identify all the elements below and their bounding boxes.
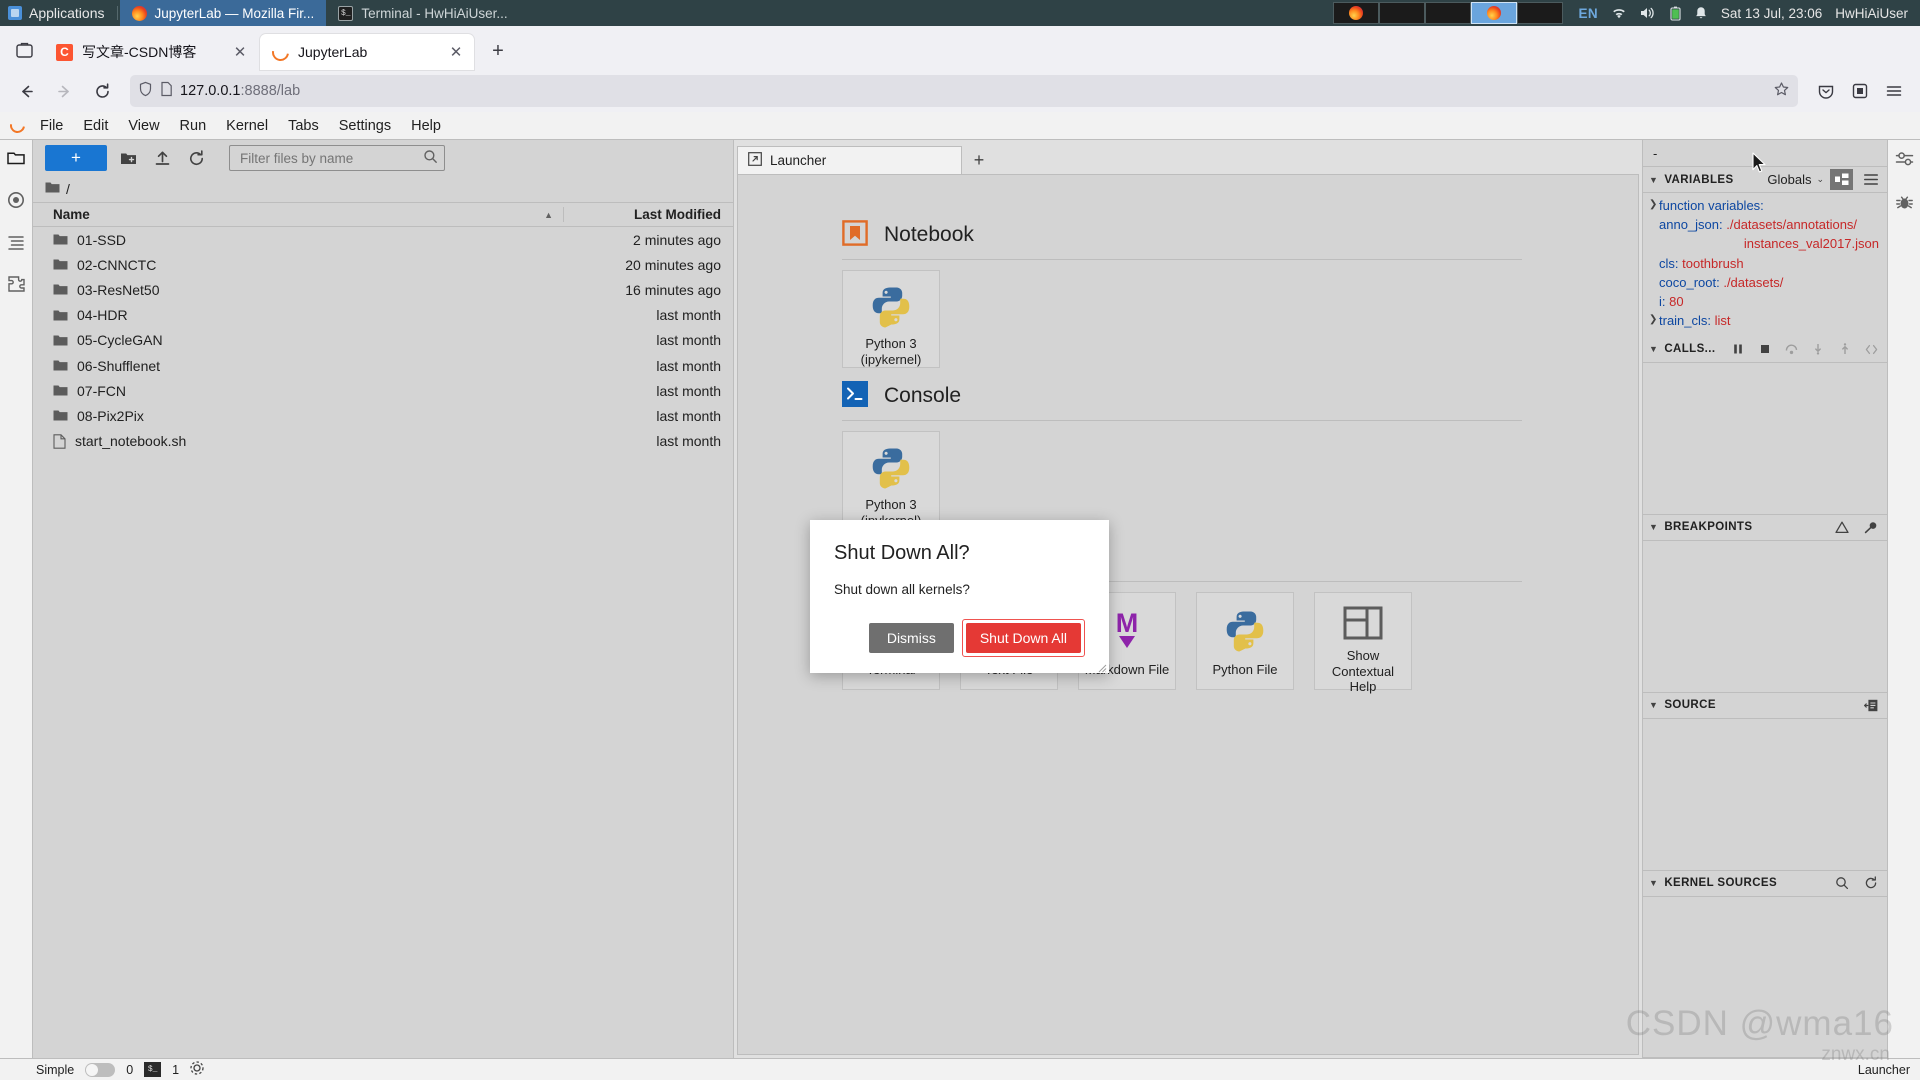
dialog-title: Shut Down All? bbox=[834, 542, 970, 564]
dialog-buttons: Dismiss Shut Down All bbox=[834, 619, 1085, 657]
shut-down-all-button-focus-ring: Shut Down All bbox=[961, 619, 1085, 657]
shutdown-all-dialog: Shut Down All? Shut down all kernels? Di… bbox=[810, 520, 1109, 673]
dialog-body-text: Shut down all kernels? bbox=[834, 582, 970, 597]
dismiss-button[interactable]: Dismiss bbox=[868, 623, 954, 653]
dialog-overlay: Shut Down All? Shut down all kernels? Di… bbox=[0, 0, 1920, 1080]
shut-down-all-button[interactable]: Shut Down All bbox=[965, 623, 1081, 653]
resize-handle-icon[interactable] bbox=[1096, 660, 1107, 673]
